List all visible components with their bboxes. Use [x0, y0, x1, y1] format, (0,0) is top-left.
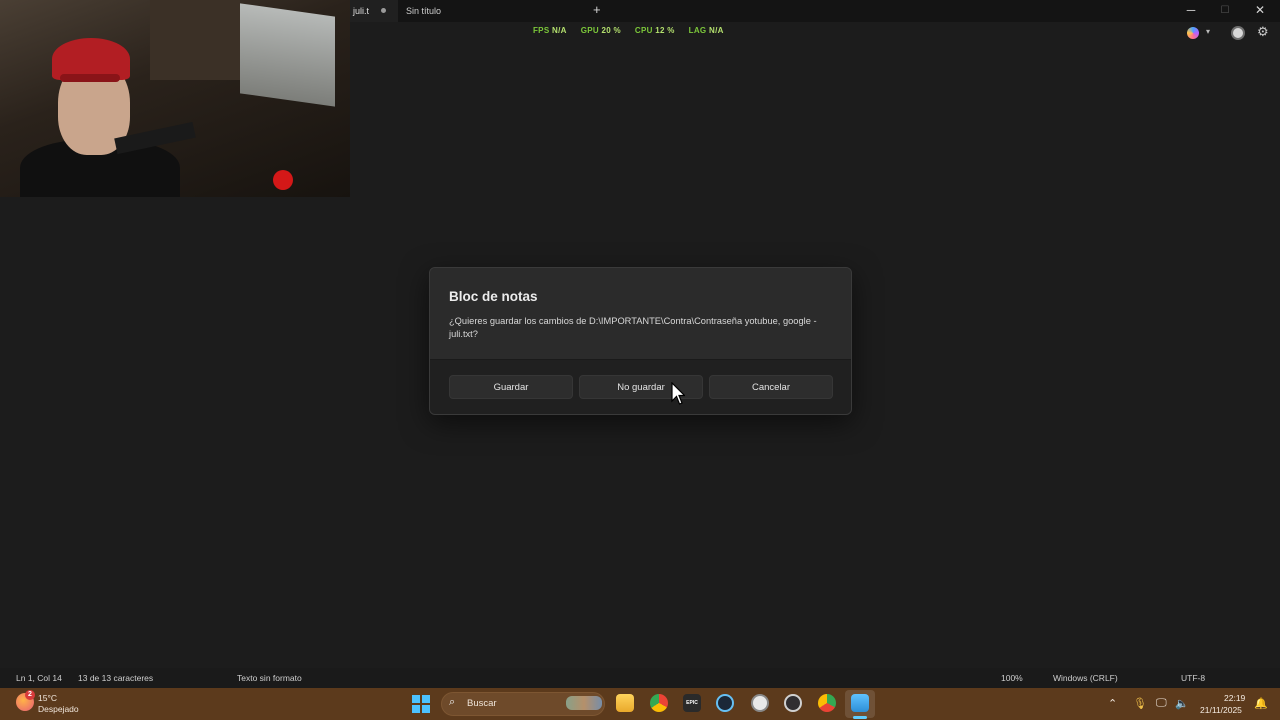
- show-hidden-icons-chevron-icon[interactable]: ⌃: [1108, 697, 1117, 710]
- search-highlight-icon: [566, 696, 602, 710]
- cancel-button[interactable]: Cancelar: [709, 375, 833, 399]
- line-endings: Windows (CRLF): [1053, 673, 1118, 683]
- microphone-icon[interactable]: 🎙: [1133, 697, 1147, 710]
- notepad-icon[interactable]: [851, 694, 869, 712]
- taskbar: [0, 688, 1280, 720]
- windows-start-icon[interactable]: [412, 695, 430, 713]
- gpu-stat: GPU 20 %: [580, 26, 621, 35]
- tab-sin-titulo[interactable]: Sin título: [406, 0, 441, 22]
- account-icon[interactable]: [1231, 26, 1245, 40]
- webcam-overlay: [0, 0, 350, 197]
- volume-icon[interactable]: 🔈: [1175, 697, 1189, 710]
- zoom-level[interactable]: 100%: [1001, 673, 1023, 683]
- encoding: UTF-8: [1181, 673, 1206, 683]
- tab-label: Sin título: [406, 6, 442, 16]
- notification-badge: 2: [25, 690, 35, 700]
- network-icon[interactable]: 🖵: [1156, 697, 1167, 710]
- clock-app-icon[interactable]: [751, 694, 769, 712]
- dialog-message: ¿Quieres guardar los cambios de D:\IMPOR…: [449, 316, 817, 339]
- save-changes-dialog: Bloc de notas ¿Quieres guardar los cambi…: [429, 267, 852, 415]
- obs-icon[interactable]: [784, 694, 802, 712]
- clock-date[interactable]: 21/11/2025: [1200, 705, 1242, 715]
- epic-games-icon[interactable]: EPIC: [683, 694, 701, 712]
- chevron-down-icon[interactable]: ▾: [1206, 27, 1210, 36]
- weather-description[interactable]: Despejado: [38, 704, 79, 714]
- tab-label: juli.t: [353, 6, 370, 16]
- unsaved-dot-icon: [381, 8, 386, 13]
- minimize-button[interactable]: ─: [1181, 3, 1201, 17]
- status-bar: Ln 1, Col 14 13 de 13 caracteres Texto s…: [0, 668, 1280, 688]
- dialog-title: Bloc de notas: [449, 289, 538, 304]
- settings-gear-icon[interactable]: ⚙: [1257, 24, 1269, 40]
- menu-bar: [350, 22, 1280, 46]
- copilot-icon[interactable]: [1187, 27, 1199, 39]
- mouse-cursor-icon: [671, 382, 685, 405]
- active-app-indicator: [853, 716, 867, 719]
- maximize-button[interactable]: ☐: [1215, 5, 1235, 16]
- cursor-position: Ln 1, Col 14: [16, 673, 62, 683]
- search-label: Buscar: [467, 698, 497, 709]
- cpu-stat: CPU 12 %: [634, 26, 675, 35]
- notifications-bell-icon[interactable]: 🔔: [1254, 697, 1268, 710]
- new-tab-button[interactable]: +: [593, 2, 601, 17]
- file-explorer-icon[interactable]: [616, 694, 634, 712]
- chrome-icon[interactable]: [650, 694, 668, 712]
- chrome-profile-icon[interactable]: [818, 694, 836, 712]
- search-icon: ⌕: [449, 696, 456, 708]
- close-button[interactable]: ✕: [1250, 3, 1270, 17]
- tab-juli[interactable]: juli.t: [350, 0, 398, 22]
- fps-stat: FPS N/A: [533, 26, 567, 35]
- weather-temperature[interactable]: 15°C: [38, 693, 57, 703]
- clock-time[interactable]: 22:19: [1224, 693, 1245, 703]
- steam-icon[interactable]: [716, 694, 734, 712]
- lag-stat: LAG N/A: [688, 26, 724, 35]
- performance-overlay: FPS N/A GPU 20 % CPU 12 % LAG N/A: [533, 26, 724, 35]
- character-count: 13 de 13 caracteres: [78, 673, 154, 683]
- text-format: Texto sin formato: [237, 673, 302, 683]
- save-button[interactable]: Guardar: [449, 375, 573, 399]
